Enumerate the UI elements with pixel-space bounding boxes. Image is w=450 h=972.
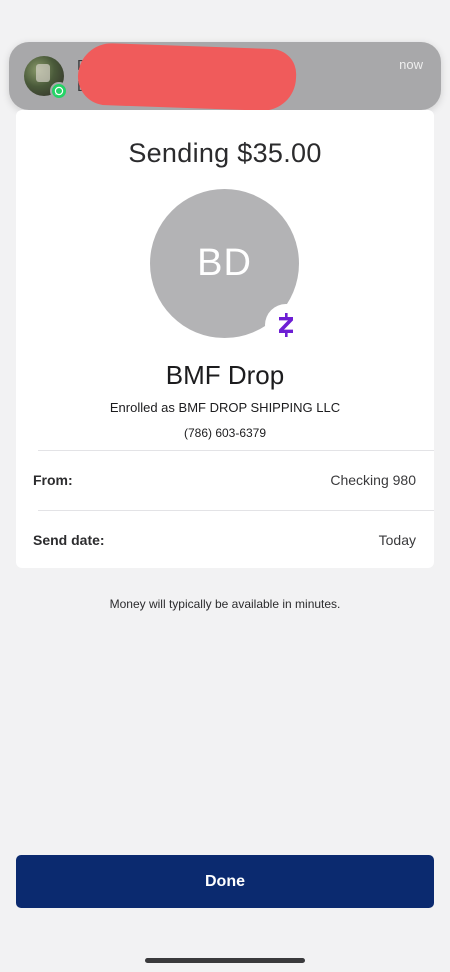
enrolled-as-text: Enrolled as BMF DROP SHIPPING LLC <box>109 400 341 415</box>
zelle-icon <box>265 304 307 346</box>
from-account: Checking 980 <box>330 472 416 488</box>
notification-time: now <box>399 57 423 72</box>
send-date-label: Send date: <box>33 532 105 548</box>
recipient-initials: BD <box>197 242 252 284</box>
notification-avatar <box>24 56 68 100</box>
whatsapp-icon <box>50 82 68 100</box>
sending-amount: Sending $35.00 <box>128 138 322 168</box>
availability-note: Money will typically be available in min… <box>109 597 341 611</box>
divider <box>38 510 434 511</box>
send-date-value: Today <box>378 532 416 548</box>
done-button[interactable]: Done <box>16 855 434 908</box>
redaction-mark <box>76 42 298 112</box>
from-label: From: <box>33 472 73 488</box>
recipient-name: BMF Drop <box>165 360 285 390</box>
transfer-card <box>16 110 434 568</box>
recipient-phone: (786) 603-6379 <box>183 426 267 440</box>
divider <box>38 450 434 451</box>
home-indicator[interactable] <box>145 958 305 963</box>
